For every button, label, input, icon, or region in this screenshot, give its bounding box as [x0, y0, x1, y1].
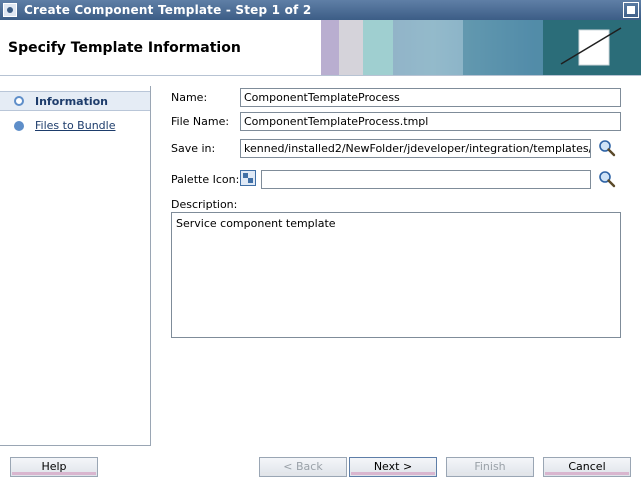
finish-button[interactable]: Finish [446, 457, 534, 477]
page-title: Specify Template Information [8, 40, 241, 56]
back-button[interactable]: < Back [259, 457, 347, 477]
next-button[interactable]: Next > [349, 457, 437, 477]
wizard-step-nav: Information Files to Bundle [0, 86, 151, 446]
step-icon [14, 121, 24, 131]
palette-icon-label: Palette Icon: [171, 173, 240, 186]
save-in-field[interactable]: kenned/installed2/NewFolder/jdeveloper/i… [240, 139, 591, 158]
window-title: Create Component Template - Step 1 of 2 [24, 3, 312, 17]
title-bar: Create Component Template - Step 1 of 2 [0, 0, 641, 20]
file-name-field[interactable]: ComponentTemplateProcess.tmpl [240, 112, 621, 131]
save-in-label: Save in: [171, 142, 216, 155]
name-field[interactable]: ComponentTemplateProcess [240, 88, 621, 107]
nav-item-label: Files to Bundle [35, 119, 116, 132]
nav-item-information[interactable]: Information [0, 91, 150, 111]
header-banner-graphic [321, 20, 641, 75]
nav-item-label: Information [35, 95, 108, 108]
current-step-icon [14, 96, 24, 106]
palette-icon-field[interactable] [261, 170, 591, 189]
browse-palette-icon-magnifier-icon[interactable] [598, 170, 616, 188]
description-textarea[interactable]: Service component template [171, 212, 621, 338]
name-label: Name: [171, 91, 208, 104]
cancel-button[interactable]: Cancel [543, 457, 631, 477]
palette-image-icon [240, 170, 256, 186]
help-button[interactable]: Help [10, 457, 98, 477]
file-name-label: File Name: [171, 115, 230, 128]
wizard-header: Specify Template Information [0, 20, 641, 76]
browse-save-in-magnifier-icon[interactable] [598, 139, 616, 157]
window-menu-icon[interactable] [3, 3, 17, 17]
window-close-button[interactable] [623, 2, 639, 18]
nav-item-files-to-bundle[interactable]: Files to Bundle [0, 116, 150, 136]
description-label: Description: [171, 198, 238, 211]
